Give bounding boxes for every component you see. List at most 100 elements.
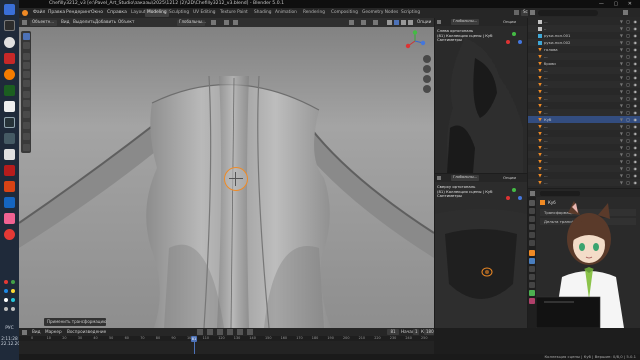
visibility-eye-icon[interactable]: ◉ <box>634 180 638 185</box>
menu-help[interactable]: Справка <box>107 10 127 16</box>
outliner-row[interactable]: брови ▼ ▢ ◉ <box>528 60 640 67</box>
tab-shading[interactable]: Shading <box>252 9 273 17</box>
blender-logo-icon[interactable] <box>22 10 28 16</box>
menu-view[interactable]: Вид <box>61 19 70 24</box>
visibility-eye-icon[interactable]: ◉ <box>634 33 638 38</box>
visibility-eye-icon[interactable]: ◉ <box>634 89 638 94</box>
visibility-eye-icon[interactable]: ◉ <box>634 110 638 115</box>
app-icon-youtube[interactable] <box>4 165 15 176</box>
3d-cursor-icon[interactable] <box>224 167 248 191</box>
outliner-row[interactable]: руки-пол.001 ▼ ▢ ◉ <box>528 32 640 39</box>
options-button[interactable]: Опции <box>503 176 516 180</box>
play-reverse-icon[interactable] <box>217 329 223 335</box>
pivot-icon[interactable] <box>211 20 216 25</box>
timeline-editor-icon[interactable] <box>22 329 27 335</box>
visibility-eye-icon[interactable]: ◉ <box>634 19 638 24</box>
outliner-row[interactable]: ... ▼ ▢ ◉ <box>528 137 640 144</box>
menu-edit[interactable]: Правка <box>48 10 65 16</box>
menu-select[interactable]: Выделить <box>73 19 95 24</box>
outliner-row[interactable]: ... ▼ ▢ ◉ <box>528 95 640 102</box>
wifi-icon[interactable] <box>4 307 8 311</box>
tool-spin-icon[interactable] <box>22 144 30 151</box>
outliner-row[interactable]: .. ▼ ▢ ◉ <box>528 25 640 32</box>
filter-funnel-icon[interactable]: ▼ <box>620 40 623 45</box>
start-icon[interactable] <box>4 4 15 15</box>
render-toggle-icon[interactable]: ▢ <box>626 173 630 178</box>
last-operator-panel[interactable]: Применить трансформацию <box>44 318 107 326</box>
tool-extrude-icon[interactable] <box>22 122 30 129</box>
render-toggle-icon[interactable]: ▢ <box>626 26 630 31</box>
filter-funnel-icon[interactable]: ▼ <box>620 145 623 150</box>
tab-animation[interactable]: Animation <box>273 9 299 17</box>
render-toggle-icon[interactable]: ▢ <box>626 124 630 129</box>
shading-material-icon[interactable] <box>401 20 406 25</box>
orientation-selector[interactable]: Глобальны... <box>451 19 479 25</box>
tab-texture-paint[interactable]: Texture Paint <box>218 9 250 17</box>
render-toggle-icon[interactable]: ▢ <box>626 33 630 38</box>
editor-type-icon[interactable] <box>437 175 441 180</box>
visibility-eye-icon[interactable]: ◉ <box>634 131 638 136</box>
visibility-eye-icon[interactable]: ◉ <box>634 166 638 171</box>
render-toggle-icon[interactable]: ▢ <box>626 166 630 171</box>
app-icon-orange[interactable] <box>4 181 15 192</box>
render-toggle-icon[interactable]: ▢ <box>626 68 630 73</box>
filter-funnel-icon[interactable]: ▼ <box>620 110 623 115</box>
tray-icon-green[interactable] <box>11 280 15 284</box>
tool-rotate-icon[interactable] <box>22 62 30 69</box>
visibility-eye-icon[interactable]: ◉ <box>634 82 638 87</box>
tool-knife-icon[interactable] <box>22 133 30 140</box>
tab-output-icon[interactable] <box>529 216 535 222</box>
filter-funnel-icon[interactable]: ▼ <box>620 138 623 143</box>
editor-type-icon[interactable] <box>437 19 441 24</box>
tray-icon-cyan[interactable] <box>11 298 15 302</box>
outliner-row[interactable]: ... ▼ ▢ ◉ <box>528 74 640 81</box>
render-toggle-icon[interactable]: ▢ <box>626 110 630 115</box>
tab-particles-icon[interactable] <box>529 266 535 272</box>
outliner-row[interactable]: голова ▼ ▢ ◉ <box>528 46 640 53</box>
start-frame-field[interactable]: 1 <box>413 329 419 335</box>
tab-constraints-icon[interactable] <box>529 282 535 288</box>
timeline-menu-view[interactable]: Вид <box>32 329 41 334</box>
tool-transform-icon[interactable] <box>22 80 30 87</box>
visibility-eye-icon[interactable]: ◉ <box>634 145 638 150</box>
outliner-row[interactable]: ... ▼ ▢ ◉ <box>528 53 640 60</box>
tool-cursor-icon[interactable] <box>22 42 30 49</box>
side-viewport-left[interactable]: Глобальны... Опции Слева ортогональ (81)… <box>435 18 527 173</box>
app-icon-stop[interactable] <box>4 229 15 240</box>
visibility-eye-icon[interactable]: ◉ <box>634 117 638 122</box>
outliner-row[interactable]: ... ▼ ▢ ◉ <box>528 109 640 116</box>
tab-data-icon[interactable] <box>529 290 535 296</box>
shading-wire-icon[interactable] <box>387 20 392 25</box>
app-icon-white[interactable] <box>4 101 15 112</box>
zoom-icon[interactable] <box>423 55 431 63</box>
app-icon-red[interactable] <box>4 53 15 64</box>
play-icon[interactable] <box>227 329 233 335</box>
outliner-row[interactable]: ... ▼ ▢ ◉ <box>528 179 640 186</box>
proportional-icon[interactable] <box>233 20 238 25</box>
clock[interactable]: 2:11:28 22.12.2025 <box>1 337 26 347</box>
app-icon-pink[interactable] <box>4 213 15 224</box>
filter-funnel-icon[interactable]: ▼ <box>620 173 623 178</box>
main-viewport[interactable] <box>19 18 434 328</box>
tab-tool-icon[interactable] <box>529 200 535 206</box>
visibility-eye-icon[interactable]: ◉ <box>634 68 638 73</box>
visibility-eye-icon[interactable]: ◉ <box>634 75 638 80</box>
end-frame-field[interactable]: 180 <box>424 329 434 335</box>
outliner-row[interactable]: ... ▼ ▢ ◉ <box>528 18 640 25</box>
tool-move-icon[interactable] <box>22 53 30 60</box>
ortho-toggle-icon[interactable] <box>423 85 431 93</box>
tab-modifiers-icon[interactable] <box>529 258 535 264</box>
gizmo-toggle-icon[interactable] <box>361 20 366 25</box>
shading-solid-icon[interactable] <box>394 20 399 25</box>
outliner-row[interactable]: ... ▼ ▢ ◉ <box>528 88 640 95</box>
tool-select-icon[interactable] <box>22 33 30 40</box>
render-toggle-icon[interactable]: ▢ <box>626 47 630 52</box>
tab-physics-icon[interactable] <box>529 274 535 280</box>
render-toggle-icon[interactable]: ▢ <box>626 152 630 157</box>
shading-render-icon[interactable] <box>408 20 413 25</box>
outliner-row[interactable]: ... ▼ ▢ ◉ <box>528 102 640 109</box>
render-toggle-icon[interactable]: ▢ <box>626 103 630 108</box>
snap-icon[interactable] <box>224 20 229 25</box>
menu-window[interactable]: Окно <box>91 10 103 16</box>
properties-search-input[interactable] <box>540 190 580 196</box>
